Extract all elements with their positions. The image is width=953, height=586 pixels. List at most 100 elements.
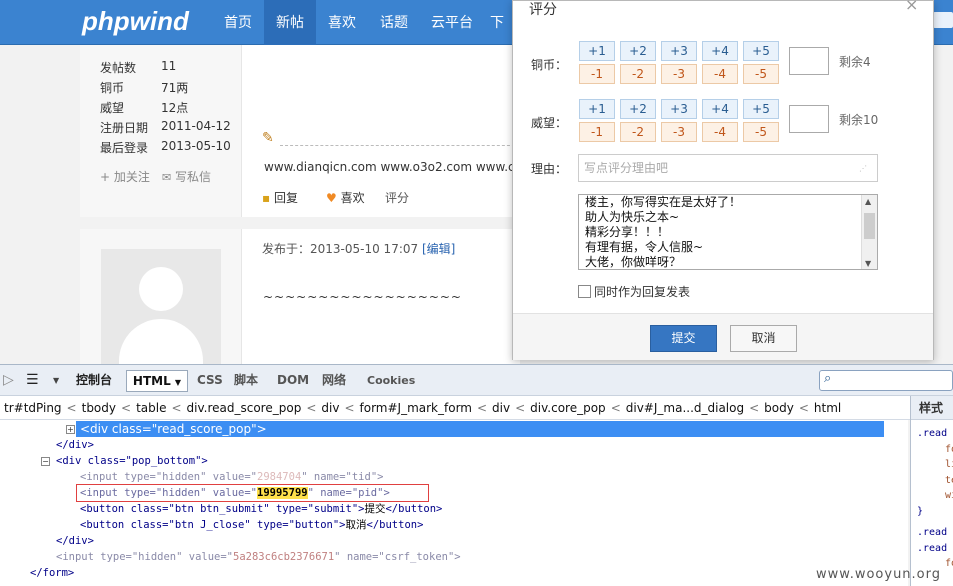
tab-script[interactable]: 脚本 xyxy=(234,365,258,396)
code-line-4-post: " name="tid"> xyxy=(301,471,384,483)
crumb-10[interactable]: html xyxy=(814,401,841,415)
follow-link[interactable]: + 加关注 xyxy=(100,168,150,185)
prestige-minus-4[interactable]: -4 xyxy=(702,122,738,142)
devtools-search-input[interactable]: ⌕ xyxy=(819,370,953,391)
styles-tab[interactable]: 样式 xyxy=(911,396,953,420)
envelope-icon: ✉ xyxy=(162,171,172,184)
copper-label: 铜币： xyxy=(531,58,568,72)
like-label: 喜欢 xyxy=(340,191,365,205)
reason-option-2[interactable]: 助人为快乐之本~ xyxy=(579,210,877,225)
edit-link[interactable]: [编辑] xyxy=(422,242,455,256)
copper-plus-5[interactable]: +5 xyxy=(743,41,779,61)
code-line-9-pre: <input type="hidden" value=" xyxy=(56,551,234,563)
tab-cookies[interactable]: Cookies xyxy=(367,365,415,396)
cancel-button[interactable]: 取消 xyxy=(730,325,797,352)
prestige-minus-2[interactable]: -2 xyxy=(620,122,656,142)
prestige-minus-1[interactable]: -1 xyxy=(579,122,615,142)
code-line-7[interactable]: <button class="btn J_close" type="button… xyxy=(80,517,423,533)
expand-plus-icon[interactable]: + xyxy=(66,425,75,434)
copper-plus-2[interactable]: +2 xyxy=(620,41,656,61)
crumb-5[interactable]: form#J_mark_form xyxy=(360,401,472,415)
crumb-9[interactable]: body xyxy=(764,401,794,415)
copper-minus-5[interactable]: -5 xyxy=(743,64,779,84)
scroll-thumb[interactable] xyxy=(864,213,875,239)
reply-button[interactable]: ▪ 回复 xyxy=(262,189,298,206)
reason-input[interactable]: 写点评分理由吧 xyxy=(578,154,878,182)
copper-plus-1[interactable]: +1 xyxy=(579,41,615,61)
also-reply-label: 同时作为回复发表 xyxy=(594,285,691,299)
code-line-6[interactable]: <button class="btn btn_submit" type="sub… xyxy=(80,501,442,517)
copper-plus-4[interactable]: +4 xyxy=(702,41,738,61)
copper-plus-3[interactable]: +3 xyxy=(661,41,697,61)
tab-console[interactable]: 控制台 xyxy=(76,365,112,396)
rating-dialog: 评分 × 铜币： +1 +2 +3 +4 +5 -1 -2 -3 -4 -5 剩… xyxy=(512,0,934,360)
dropdown-arrow-icon[interactable]: ▼ xyxy=(53,365,59,396)
reason-list[interactable]: 楼主，你写得实在是太好了！ 助人为快乐之本~ 精彩分享！！！ 有理有据，令人信服… xyxy=(578,194,878,270)
site-logo[interactable]: phpwind xyxy=(82,6,189,37)
reason-option-1[interactable]: 楼主，你写得实在是太好了！ xyxy=(579,195,877,210)
reason-option-4[interactable]: 有理有据，令人信服~ xyxy=(579,240,877,255)
prestige-minus-5[interactable]: -5 xyxy=(743,122,779,142)
prestige-plus-5[interactable]: +5 xyxy=(743,99,779,119)
crumb-6[interactable]: div xyxy=(492,401,510,415)
reason-option-5[interactable]: 大佬，你做咩呀？ xyxy=(579,255,877,269)
prestige-plus-4[interactable]: +4 xyxy=(702,99,738,119)
nav-new-posts[interactable]: 新帖 xyxy=(264,0,316,45)
watermark: www.wooyun.org xyxy=(816,567,942,582)
menu-icon[interactable]: ☰ xyxy=(26,365,39,396)
code-line-7-pre: <button class="btn J_close" type="button… xyxy=(80,519,346,531)
tab-css[interactable]: CSS xyxy=(197,365,223,396)
nav-home[interactable]: 首页 xyxy=(212,0,264,45)
prestige-minus-3[interactable]: -3 xyxy=(661,122,697,142)
avatar[interactable] xyxy=(101,249,221,364)
also-reply-checkbox[interactable] xyxy=(578,285,591,298)
mail-icon[interactable] xyxy=(933,12,953,28)
code-line-9[interactable]: <input type="hidden" value="5a283c6cb237… xyxy=(56,549,461,565)
code-line-10[interactable]: </form> xyxy=(30,565,74,581)
tab-html-arrow-icon: ▼ xyxy=(174,378,182,387)
message-link[interactable]: ✉ 写私信 xyxy=(162,168,211,185)
prestige-plus-3[interactable]: +3 xyxy=(661,99,697,119)
copper-minus-2[interactable]: -2 xyxy=(620,64,656,84)
copper-minus-3[interactable]: -3 xyxy=(661,64,697,84)
like-button[interactable]: ♥ 喜欢 xyxy=(326,189,365,206)
reply-label: 回复 xyxy=(273,191,298,205)
crumb-4[interactable]: div xyxy=(321,401,339,415)
tab-dom[interactable]: DOM xyxy=(277,365,309,396)
crumb-0[interactable]: tr#tdPing xyxy=(4,401,62,415)
code-line-2[interactable]: </div> xyxy=(56,437,94,453)
prestige-plus-2[interactable]: +2 xyxy=(620,99,656,119)
crumb-2[interactable]: table xyxy=(136,401,166,415)
selected-node-row[interactable]: <div class="read_score_pop"> xyxy=(76,421,884,437)
post1-body: www.dianqicn.com www.o3o2.com www.cr xyxy=(264,160,520,174)
tab-network[interactable]: 网络 xyxy=(322,365,346,396)
crumb-8[interactable]: div#J_ma...d_dialog xyxy=(626,401,744,415)
copper-value-input[interactable] xyxy=(789,47,829,75)
scroll-down-icon[interactable]: ▼ xyxy=(865,259,871,268)
nav-more[interactable]: 下 xyxy=(490,0,510,45)
code-line-8[interactable]: </div> xyxy=(56,533,94,549)
submit-button[interactable]: 提交 xyxy=(650,325,717,352)
nav-topics[interactable]: 话题 xyxy=(368,0,420,45)
comment-icon: ▪ xyxy=(262,191,271,205)
crumb-1[interactable]: tbody xyxy=(82,401,116,415)
nav-likes[interactable]: 喜欢 xyxy=(316,0,368,45)
reason-list-scrollbar[interactable]: ▲ ▼ xyxy=(861,195,877,269)
dialog-footer: 提交 取消 xyxy=(513,313,933,360)
code-line-4[interactable]: <input type="hidden" value="2984704" nam… xyxy=(80,469,383,485)
prestige-plus-1[interactable]: +1 xyxy=(579,99,615,119)
nav-cloud[interactable]: 云平台 xyxy=(420,0,484,45)
reason-option-3[interactable]: 精彩分享！！！ xyxy=(579,225,877,240)
expand-icon[interactable]: ▷ xyxy=(3,365,14,396)
prestige-value-input[interactable] xyxy=(789,105,829,133)
crumb-3[interactable]: div.read_score_pop xyxy=(187,401,302,415)
copper-minus-4[interactable]: -4 xyxy=(702,64,738,84)
tab-html[interactable]: HTML ▼ xyxy=(126,370,188,392)
scroll-up-icon[interactable]: ▲ xyxy=(865,197,871,206)
code-line-3[interactable]: <div class="pop_bottom"> xyxy=(56,453,208,469)
close-icon[interactable]: × xyxy=(905,0,918,14)
rate-button[interactable]: 评分 xyxy=(385,189,409,206)
copper-minus-1[interactable]: -1 xyxy=(579,64,615,84)
collapse-minus-icon[interactable]: − xyxy=(41,457,50,466)
crumb-7[interactable]: div.core_pop xyxy=(530,401,606,415)
